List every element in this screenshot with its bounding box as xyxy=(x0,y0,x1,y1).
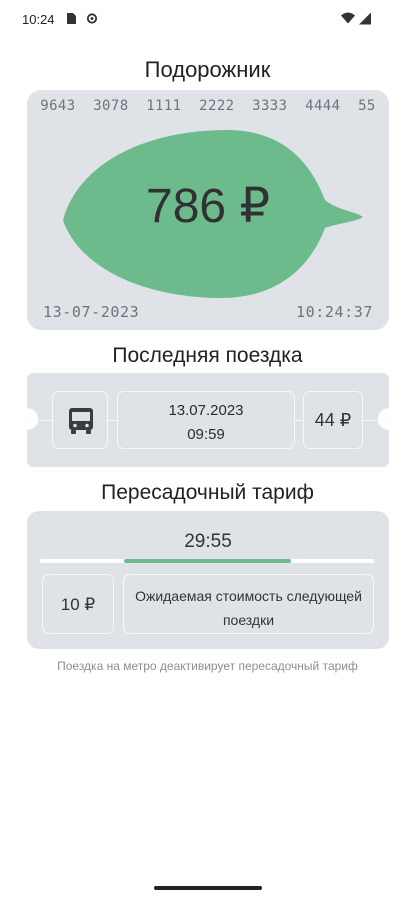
card-balance: 786 ₽ xyxy=(146,180,270,233)
expected-cost-box: Ожидаемая стоимость следующей поездки xyxy=(123,574,374,634)
metro-note-text: Поездка на метро деактивирует пересадочн… xyxy=(57,659,358,673)
transfer-tariff-card: 29:55 10 ₽ Ожидаемая стоимость следующей… xyxy=(27,511,389,649)
status-bar: 10:24 xyxy=(0,0,415,40)
ticket-line-right xyxy=(363,420,389,421)
card-number: 9643 3078 1111 2222 3333 4444 55 xyxy=(40,98,376,114)
trip-price-box: 44 ₽ xyxy=(303,391,363,449)
card-date: 13-07-2023 xyxy=(43,303,140,321)
wifi-icon xyxy=(341,12,355,24)
settings-gear-icon xyxy=(86,13,98,24)
cell-signal-icon xyxy=(359,12,371,25)
transfer-timer: 29:55 xyxy=(184,531,232,552)
card-title: Подорожник xyxy=(144,57,271,82)
card-time: 10:24:37 xyxy=(295,303,373,321)
ticket-line-2 xyxy=(295,420,303,421)
bus-icon xyxy=(69,408,93,434)
transport-card[interactable]: 9643 3078 1111 2222 3333 4444 55 786 ₽ 1… xyxy=(27,90,389,330)
trip-date: 13.07.2023 xyxy=(168,402,244,419)
transfer-fare-box: 10 ₽ xyxy=(42,574,114,634)
status-time: 10:24 xyxy=(22,12,55,27)
ticket-notch-left xyxy=(16,408,38,430)
transport-type-box xyxy=(52,391,108,449)
metro-note: Поездка на метро деактивирует пересадочн… xyxy=(0,654,415,678)
home-indicator[interactable] xyxy=(154,886,262,890)
trip-price: 44 ₽ xyxy=(314,410,352,430)
ticket-line-left xyxy=(27,420,52,421)
ticket-notch-right xyxy=(378,408,400,430)
trip-time: 09:59 xyxy=(187,426,225,443)
trip-datetime-box: 13.07.2023 09:59 xyxy=(117,391,295,449)
sim-card-icon xyxy=(67,13,76,24)
last-trip-ticket[interactable]: 13.07.2023 09:59 44 ₽ xyxy=(16,373,400,467)
last-trip-title: Последняя поездка xyxy=(112,344,303,367)
transfer-fare: 10 ₽ xyxy=(60,595,96,614)
ticket-line-1 xyxy=(108,420,117,421)
transfer-title: Пересадочный тариф xyxy=(101,481,314,504)
transfer-progress-fill xyxy=(124,559,291,563)
expected-cost-label: Ожидаемая стоимость следующей поездки xyxy=(135,588,362,628)
